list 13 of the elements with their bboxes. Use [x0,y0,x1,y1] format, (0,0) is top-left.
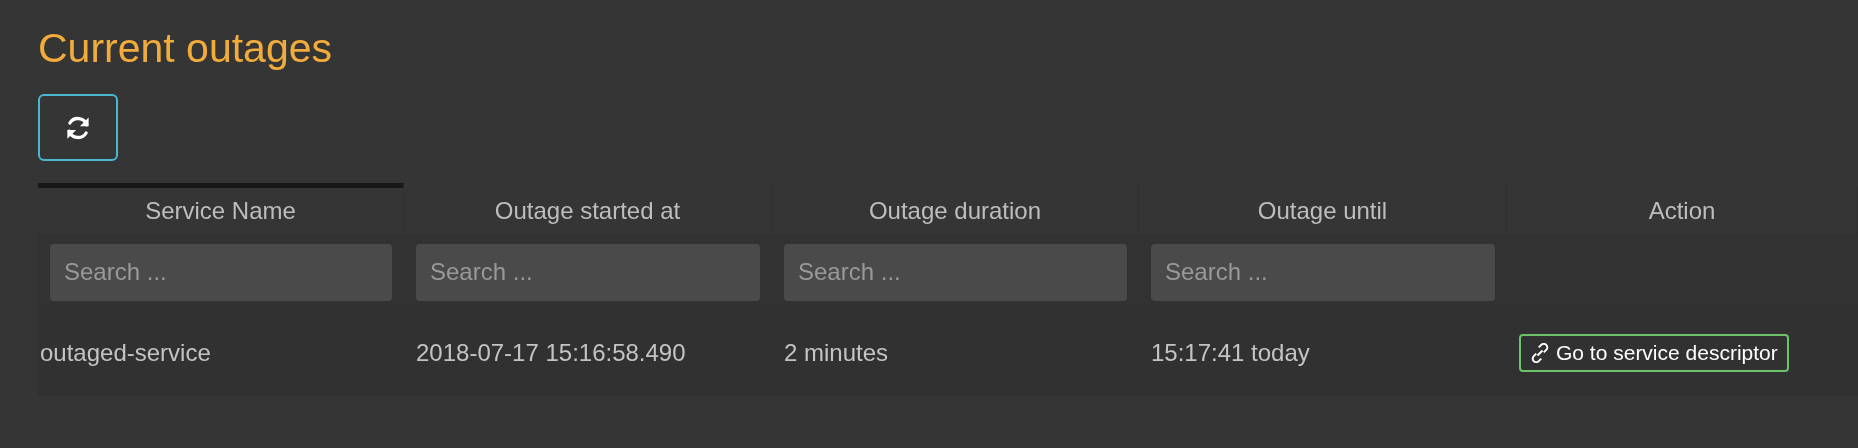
page-title: Current outages [38,24,332,73]
column-header[interactable]: Service Name [38,183,404,234]
link-icon [1530,343,1550,363]
search-field[interactable]: Search ... [416,243,760,301]
table-cell: 2 minutes [784,339,889,367]
search-field[interactable]: Search ... [784,243,1127,301]
search-field[interactable]: Search ... [50,243,392,301]
refresh-button[interactable] [38,94,118,161]
service-descriptor-button[interactable]: Go to service descriptor [1519,334,1789,372]
table-cell: 15:17:41 today [1151,339,1310,367]
table-cell: outaged-service [40,339,211,367]
table-cell: 2018-07-17 15:16:58.490 [416,339,686,367]
search-field[interactable]: Search ... [1151,243,1495,301]
